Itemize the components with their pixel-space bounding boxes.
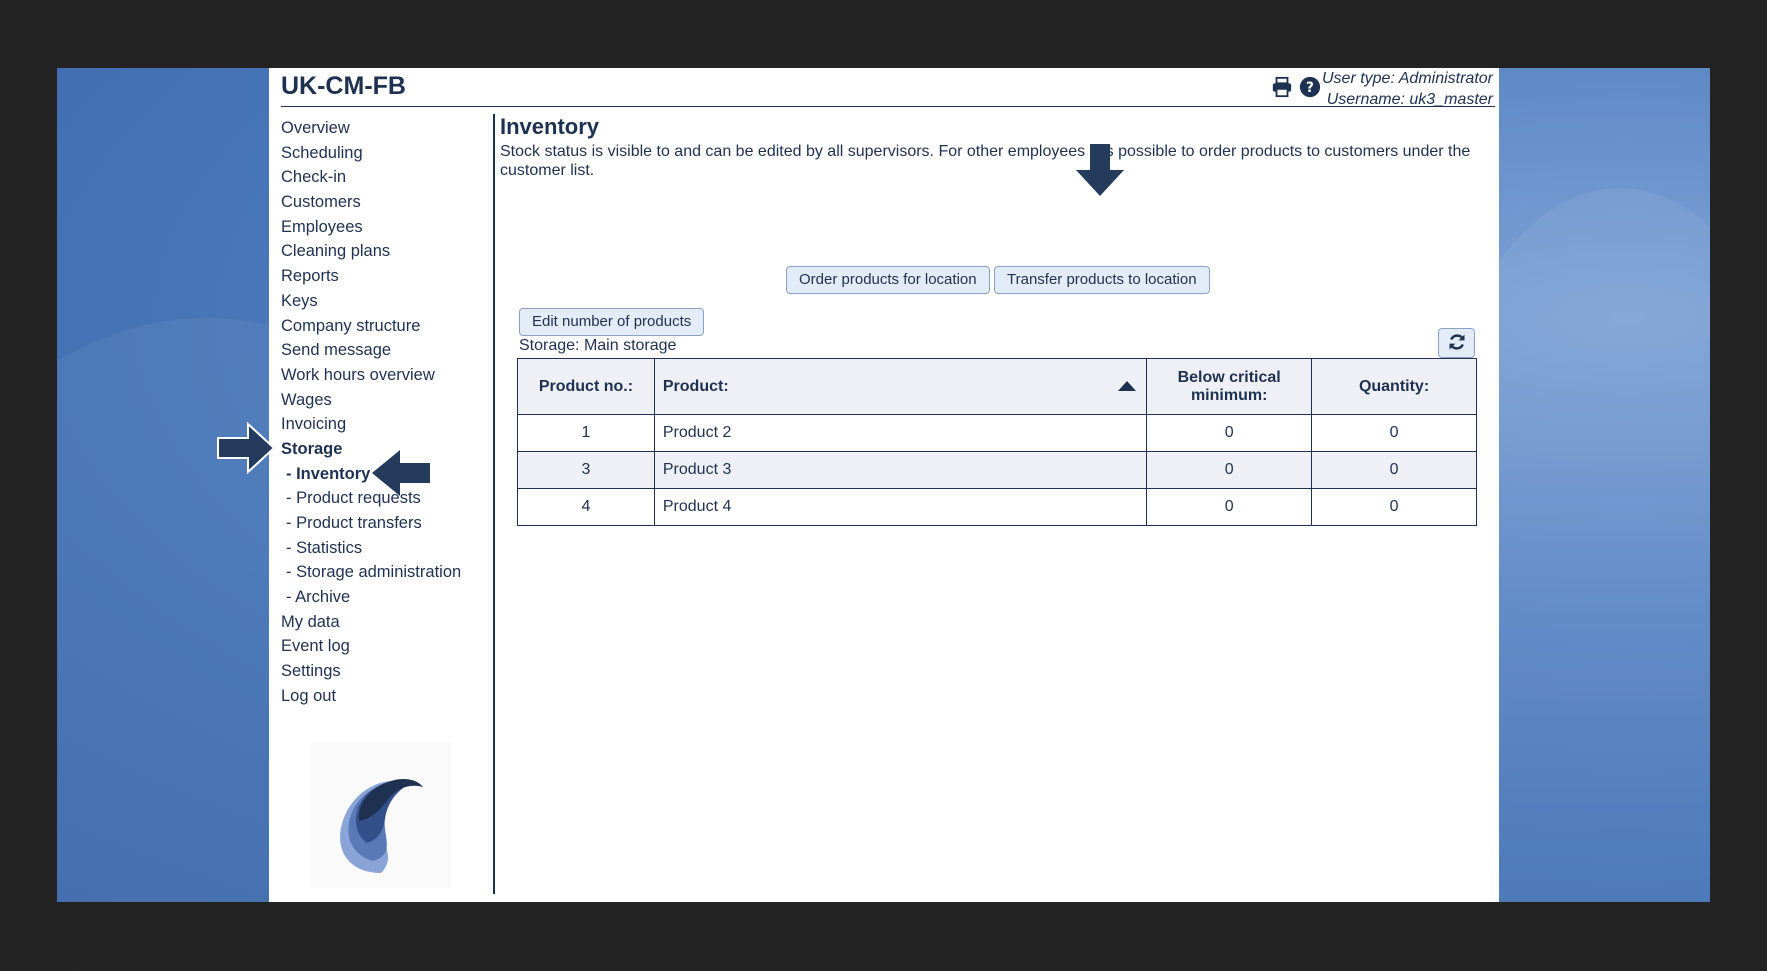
storage-label: Storage:	[519, 337, 580, 354]
column-header-product-no[interactable]: Product no.:	[517, 358, 655, 415]
order-products-button[interactable]: Order products for location	[786, 266, 990, 294]
sidebar-item-statistics[interactable]: - Statistics	[281, 536, 471, 561]
sidebar-item-my-data[interactable]: My data	[281, 610, 471, 635]
sidebar-item-invoicing[interactable]: Invoicing	[281, 412, 471, 437]
storage-info: Storage: Main storage	[519, 337, 676, 355]
transfer-products-button[interactable]: Transfer products to location	[994, 266, 1210, 294]
table-row[interactable]: 4 Product 4 0 0	[517, 488, 1477, 526]
sidebar-item-company-structure[interactable]: Company structure	[281, 314, 471, 339]
cell-product: Product 4	[653, 488, 1148, 526]
sidebar-item-product-transfers[interactable]: - Product transfers	[281, 511, 471, 536]
sidebar-item-scheduling[interactable]: Scheduling	[281, 141, 471, 166]
cell-product-no: 3	[517, 451, 655, 489]
header-divider	[281, 106, 1495, 107]
annotation-arrow-right-icon	[217, 422, 276, 474]
table-row[interactable]: 1 Product 2 0 0	[517, 414, 1477, 452]
sidebar-item-event-log[interactable]: Event log	[281, 634, 471, 659]
user-info: User type: Administrator Username: uk3_m…	[1322, 68, 1493, 110]
annotation-arrow-down-icon	[1076, 144, 1124, 196]
app-title: UK-CM-FB	[281, 72, 406, 100]
table-row[interactable]: 3 Product 3 0 0	[517, 451, 1477, 489]
edit-number-of-products-button[interactable]: Edit number of products	[519, 308, 705, 336]
annotation-arrow-left-icon	[372, 450, 430, 496]
column-header-product-label: Product:	[662, 377, 729, 395]
refresh-icon	[1449, 333, 1464, 350]
cell-product: Product 2	[653, 414, 1148, 452]
cell-below-critical: 0	[1146, 451, 1313, 489]
cell-quantity: 0	[1311, 414, 1477, 452]
cell-product-no: 1	[517, 414, 655, 452]
sidebar-item-overview[interactable]: Overview	[281, 116, 471, 141]
cell-below-critical: 0	[1146, 488, 1313, 526]
sidebar-nav: Overview Scheduling Check-in Customers E…	[281, 116, 471, 709]
main-content: Inventory Stock status is visible to and…	[500, 114, 1485, 526]
sidebar-item-log-out[interactable]: Log out	[281, 684, 471, 709]
cell-quantity: 0	[1311, 488, 1477, 526]
cell-product-no: 4	[517, 488, 655, 526]
sidebar-item-reports[interactable]: Reports	[281, 264, 471, 289]
page-title: Inventory	[500, 114, 600, 139]
sidebar-item-keys[interactable]: Keys	[281, 289, 471, 314]
app-window: UK-CM-FB ? User type: Administrator User…	[269, 68, 1499, 902]
table-header-row: Product no.: Product: Below critical min…	[517, 358, 1477, 415]
sidebar-item-customers[interactable]: Customers	[281, 190, 471, 215]
company-logo	[311, 743, 451, 888]
sidebar-divider	[493, 114, 495, 894]
sidebar-item-cleaning-plans[interactable]: Cleaning plans	[281, 239, 471, 264]
cell-product: Product 3	[653, 451, 1148, 489]
user-type: User type: Administrator	[1321, 70, 1493, 87]
sidebar-item-send-message[interactable]: Send message	[281, 338, 471, 363]
sidebar-item-wages[interactable]: Wages	[281, 388, 471, 413]
svg-text:?: ?	[1306, 80, 1314, 96]
cell-below-critical: 0	[1146, 414, 1313, 452]
column-header-quantity[interactable]: Quantity:	[1311, 358, 1477, 415]
sidebar-item-employees[interactable]: Employees	[281, 215, 471, 240]
inventory-table: Product no.: Product: Below critical min…	[517, 358, 1477, 526]
sort-ascending-icon[interactable]	[1118, 381, 1137, 391]
column-header-product[interactable]: Product:	[653, 358, 1148, 415]
refresh-button[interactable]	[1438, 328, 1475, 358]
sidebar-item-settings[interactable]: Settings	[281, 659, 471, 684]
help-icon[interactable]: ?	[1299, 76, 1321, 98]
sidebar-item-check-in[interactable]: Check-in	[281, 165, 471, 190]
printer-icon[interactable]	[1271, 76, 1293, 98]
storage-value: Main storage	[583, 337, 677, 354]
cell-quantity: 0	[1311, 451, 1477, 489]
column-header-below-critical-minimum[interactable]: Below critical minimum:	[1146, 358, 1313, 415]
sidebar-item-archive[interactable]: - Archive	[281, 585, 471, 610]
page-description: Stock status is visible to and can be ed…	[500, 143, 1471, 179]
sidebar-item-storage-administration[interactable]: - Storage administration	[281, 560, 471, 585]
sidebar-item-work-hours-overview[interactable]: Work hours overview	[281, 363, 471, 388]
